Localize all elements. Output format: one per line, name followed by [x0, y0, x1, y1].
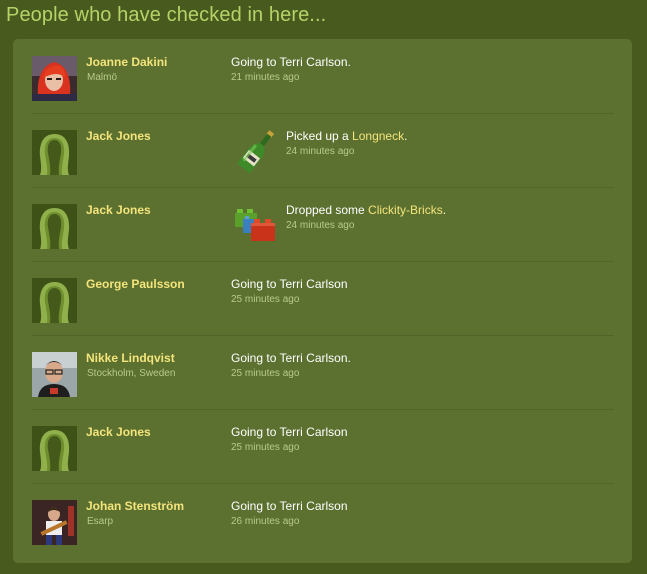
user-photo-icon	[32, 352, 77, 397]
default-avatar-silhouette-icon	[32, 426, 77, 471]
checkin-time: 26 minutes ago	[231, 516, 300, 527]
user-name-link[interactable]: Joanne Dakini	[86, 55, 167, 69]
checkin-action: Going to Terri Carlson	[231, 425, 348, 439]
default-avatar-silhouette-icon	[32, 204, 77, 249]
checkins-page: People who have checked in here... Joann…	[0, 0, 647, 574]
default-avatar-silhouette-icon	[32, 278, 77, 323]
avatar[interactable]	[32, 278, 77, 323]
avatar[interactable]	[32, 56, 77, 101]
page-heading: People who have checked in here...	[6, 4, 327, 26]
checkin-action: Picked up a Longneck.	[286, 129, 407, 143]
checkin-row: George Paulsson Going to Terri Carlson 2…	[13, 261, 632, 334]
checkin-row: Jack Jones Going to Terri Carlson 25 min…	[13, 409, 632, 482]
avatar[interactable]	[32, 204, 77, 249]
checkin-time: 24 minutes ago	[286, 220, 355, 231]
user-name-link[interactable]: Jack Jones	[86, 203, 151, 217]
checkin-action: Going to Terri Carlson	[231, 499, 348, 513]
action-suffix: .	[404, 129, 408, 143]
checkin-action: Going to Terri Carlson.	[231, 351, 351, 365]
action-text: Going to Terri Carlson	[231, 277, 348, 291]
user-photo-icon	[32, 500, 77, 545]
checkin-time: 25 minutes ago	[231, 294, 300, 305]
action-text: Going to Terri Carlson	[231, 425, 348, 439]
checkin-row: Joanne Dakini Malmö Going to Terri Carls…	[13, 39, 632, 112]
checkins-panel: Joanne Dakini Malmö Going to Terri Carls…	[13, 39, 632, 563]
avatar[interactable]	[32, 352, 77, 397]
item-link[interactable]: Longneck	[352, 129, 404, 143]
checkin-row: Jack Jones Dropped some Clickity-Bricks.…	[13, 187, 632, 260]
avatar[interactable]	[32, 426, 77, 471]
avatar[interactable]	[32, 500, 77, 545]
checkin-action: Dropped some Clickity-Bricks.	[286, 203, 446, 217]
clickity-bricks-icon[interactable]	[231, 199, 283, 251]
user-name-link[interactable]: Jack Jones	[86, 425, 151, 439]
default-avatar-silhouette-icon	[32, 130, 77, 175]
user-location: Stockholm, Sweden	[87, 368, 176, 379]
checkin-time: 25 minutes ago	[231, 368, 300, 379]
user-name-link[interactable]: Jack Jones	[86, 129, 151, 143]
checkin-row: Johan Stenström Esarp Going to Terri Car…	[13, 483, 632, 556]
checkin-row: Jack Jones Picked up a Longneck. 24 minu…	[13, 113, 632, 186]
action-text: Dropped some	[286, 203, 369, 217]
user-name-link[interactable]: George Paulsson	[86, 277, 185, 291]
checkin-action: Going to Terri Carlson	[231, 277, 348, 291]
user-name-link[interactable]: Johan Stenström	[86, 499, 184, 513]
user-location: Malmö	[87, 72, 118, 83]
avatar[interactable]	[32, 130, 77, 175]
item-link[interactable]: Clickity-Bricks	[368, 203, 443, 217]
checkin-action: Going to Terri Carlson.	[231, 55, 351, 69]
action-text: Going to Terri Carlson	[231, 499, 348, 513]
action-suffix: .	[442, 203, 447, 217]
checkin-row: Nikke Lindqvist Stockholm, Sweden Going …	[13, 335, 632, 408]
checkin-time: 24 minutes ago	[286, 146, 355, 157]
checkin-time: 21 minutes ago	[231, 72, 300, 83]
checkin-time: 25 minutes ago	[231, 442, 300, 453]
action-text: Picked up a	[286, 129, 353, 143]
user-location: Esarp	[87, 516, 114, 527]
user-photo-icon	[32, 56, 77, 101]
longneck-bottle-icon[interactable]	[231, 125, 283, 177]
user-name-link[interactable]: Nikke Lindqvist	[86, 351, 175, 365]
action-text: Going to Terri Carlson.	[231, 55, 351, 69]
action-text: Going to Terri Carlson.	[231, 351, 351, 365]
